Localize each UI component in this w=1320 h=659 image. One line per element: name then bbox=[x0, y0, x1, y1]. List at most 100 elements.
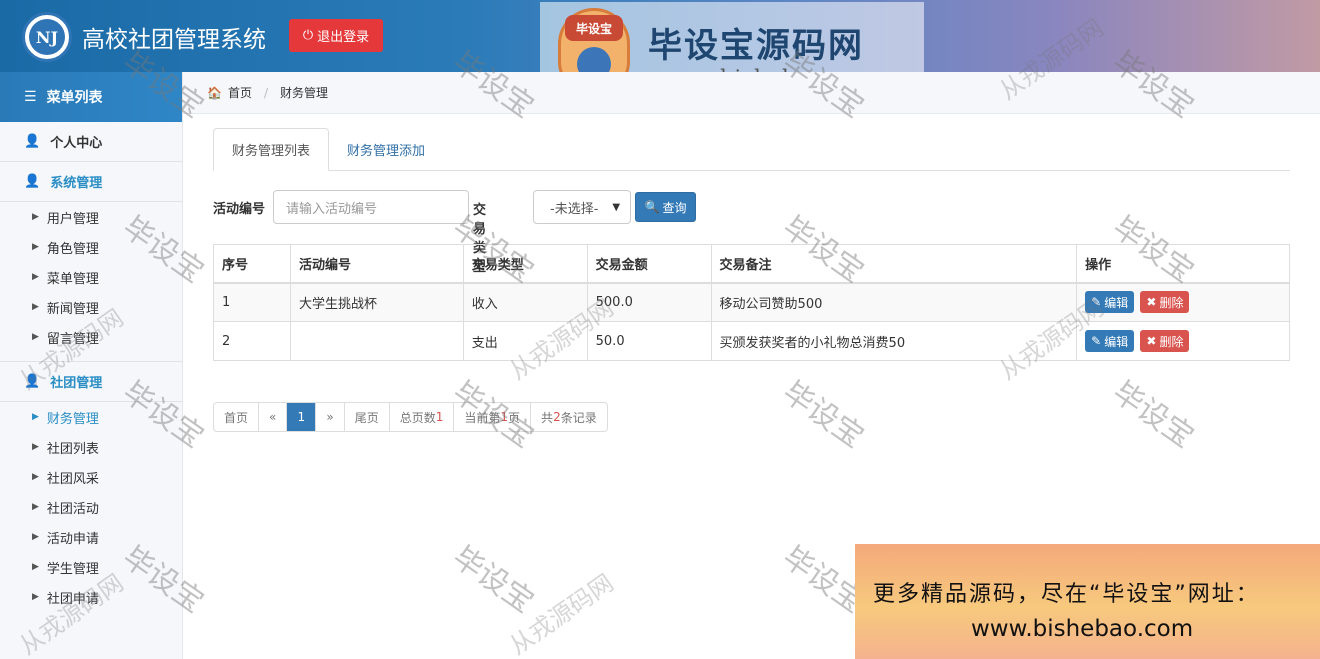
breadcrumb-home[interactable]: 首页 bbox=[228, 84, 252, 101]
pencil-icon: ✎ bbox=[1091, 295, 1102, 310]
breadcrumb: 🏠 首页 / 财务管理 bbox=[183, 72, 1320, 114]
activity-id-input[interactable]: 请输入活动编号 bbox=[273, 190, 469, 224]
sidebar-group-label: 系统管理 bbox=[50, 176, 103, 191]
cell-actions: ✎ 编辑 ✖ 删除 bbox=[1076, 321, 1290, 361]
sidebar-item-label: 角色管理 bbox=[46, 241, 99, 257]
total-records-suffix: 条记录 bbox=[560, 410, 597, 425]
page-prev[interactable]: « bbox=[258, 403, 286, 431]
edit-label: 编辑 bbox=[1104, 295, 1129, 310]
page-last[interactable]: 尾页 bbox=[343, 403, 389, 431]
cell-type: 收入 bbox=[462, 282, 588, 322]
sidebar-item-users[interactable]: ▶ 用户管理 bbox=[0, 202, 182, 232]
sidebar-item-label: 社团活动 bbox=[46, 501, 99, 517]
menu-title: 菜单列表 bbox=[46, 90, 103, 106]
mascot-label: 毕设宝 bbox=[565, 15, 623, 41]
user-icon: 👤 bbox=[24, 374, 41, 389]
caret-right-icon: ▶ bbox=[32, 212, 39, 222]
sidebar-item-label: 新闻管理 bbox=[46, 301, 99, 317]
sidebar-item-club-activities[interactable]: ▶ 社团活动 bbox=[0, 492, 182, 522]
sidebar-item-personal-center[interactable]: 👤 个人中心 bbox=[0, 122, 182, 162]
sidebar-item-label: 用户管理 bbox=[46, 211, 99, 227]
cell-remark: 移动公司赞助500 bbox=[710, 282, 1078, 322]
logout-label: 退出登录 bbox=[317, 30, 370, 45]
sidebar-item-label: 学生管理 bbox=[46, 561, 99, 577]
sidebar-item-activity-applications[interactable]: ▶ 活动申请 bbox=[0, 522, 182, 552]
logout-button[interactable]: ⏻ 退出登录 bbox=[289, 19, 383, 52]
promo-text: 更多精品源码，尽在“毕设宝”网址： bbox=[873, 582, 1260, 607]
sidebar-group-label: 社团管理 bbox=[50, 376, 103, 391]
page-current[interactable]: 1 bbox=[286, 403, 316, 431]
sidebar-item-label: 活动申请 bbox=[46, 531, 99, 547]
sidebar-item-students[interactable]: ▶ 学生管理 bbox=[0, 552, 182, 582]
cell-type: 支出 bbox=[462, 321, 588, 361]
sidebar-item-finance[interactable]: ▶ 财务管理 bbox=[0, 402, 182, 432]
cell-activity-link[interactable] bbox=[289, 321, 464, 361]
total-pages-value: 1 bbox=[435, 410, 444, 424]
search-icon: 🔍 bbox=[644, 200, 660, 214]
query-label: 查询 bbox=[662, 200, 687, 215]
edit-button[interactable]: ✎ 编辑 bbox=[1085, 330, 1135, 352]
total-records: 共 2 条记录 bbox=[530, 403, 607, 431]
sidebar-group-club[interactable]: 👤 社团管理 bbox=[0, 362, 182, 402]
sidebar-item-label: 菜单管理 bbox=[46, 271, 99, 287]
transaction-type-select[interactable]: -未选择- ▼ bbox=[533, 190, 631, 224]
sidebar-item-label: 留言管理 bbox=[46, 331, 99, 347]
current-page-info: 当前第 1 页 bbox=[453, 403, 530, 431]
current-page-prefix: 当前第 bbox=[464, 410, 501, 425]
page-next[interactable]: » bbox=[315, 403, 343, 431]
sidebar-group-system[interactable]: 👤 系统管理 bbox=[0, 162, 182, 202]
sidebar: ☰ 菜单列表 👤 个人中心 👤 系统管理 ▶ 用户管理 ▶ 角色管理 ▶ 菜单管理 ▶… bbox=[0, 72, 183, 659]
caret-right-icon: ▶ bbox=[32, 592, 39, 602]
table-row: 2 支出 50.0 买颁发获奖者的小礼物总消费50 ✎ 编辑 ✖ 删除 bbox=[213, 321, 1290, 361]
tab-finance-add[interactable]: 财务管理添加 bbox=[347, 128, 425, 171]
pencil-icon: ✎ bbox=[1091, 334, 1102, 348]
current-page-suffix: 页 bbox=[508, 410, 521, 425]
close-icon: ✖ bbox=[1146, 334, 1157, 348]
delete-button[interactable]: ✖ 删除 bbox=[1140, 291, 1190, 314]
column-header: 序号 bbox=[213, 244, 291, 284]
watermark: 从戎源码网 bbox=[504, 568, 619, 659]
tab-finance-list[interactable]: 财务管理列表 bbox=[213, 128, 329, 171]
sidebar-item-club-applications[interactable]: ▶ 社团申请 bbox=[0, 582, 182, 612]
column-header: 交易类型 bbox=[462, 244, 588, 284]
sidebar-item-messages[interactable]: ▶ 留言管理 bbox=[0, 322, 182, 352]
edit-button[interactable]: ✎ 编辑 bbox=[1085, 291, 1135, 314]
caret-right-icon: ▶ bbox=[32, 332, 39, 342]
activity-id-label: 活动编号 bbox=[213, 201, 266, 217]
promo-banner[interactable]: 更多精品源码，尽在“毕设宝”网址： www.bishebao.com bbox=[855, 544, 1320, 659]
sidebar-item-news[interactable]: ▶ 新闻管理 bbox=[0, 292, 182, 322]
column-header: 操作 bbox=[1076, 244, 1290, 284]
cell-actions: ✎ 编辑 ✖ 删除 bbox=[1076, 282, 1290, 322]
sidebar-item-label: 社团列表 bbox=[46, 441, 99, 457]
delete-label: 删除 bbox=[1159, 334, 1184, 349]
university-logo: NJ bbox=[22, 12, 72, 62]
query-button[interactable]: 🔍 查询 bbox=[635, 192, 696, 222]
column-header: 交易金额 bbox=[586, 244, 712, 284]
watermark: 毕设宝 bbox=[1106, 374, 1200, 456]
delete-button[interactable]: ✖ 删除 bbox=[1140, 330, 1190, 352]
delete-label: 删除 bbox=[1159, 295, 1184, 310]
sidebar-item-menus[interactable]: ▶ 菜单管理 bbox=[0, 262, 182, 292]
page-first[interactable]: 首页 bbox=[214, 403, 258, 431]
logo-emblem: NJ bbox=[29, 19, 65, 55]
tab-bar: 财务管理列表 财务管理添加 bbox=[213, 128, 1290, 171]
table-row: 1 大学生挑战杯 收入 500.0 移动公司赞助500 ✎ 编辑 ✖ 删除 bbox=[213, 282, 1290, 322]
caret-right-icon: ▶ bbox=[32, 562, 39, 572]
table-header-row: 序号 活动编号 交易类型 交易金额 交易备注 操作 bbox=[213, 244, 1290, 284]
total-pages: 总页数 1 bbox=[388, 403, 454, 431]
caret-right-icon: ▶ bbox=[32, 302, 39, 312]
menu-list-header: ☰ 菜单列表 bbox=[0, 72, 182, 122]
user-icon: 👤 bbox=[24, 174, 41, 189]
cell-activity-link[interactable]: 大学生挑战杯 bbox=[289, 282, 464, 322]
promo-url: www.bishebao.com bbox=[971, 616, 1194, 642]
cell-no: 2 bbox=[213, 321, 291, 361]
column-header: 活动编号 bbox=[289, 244, 464, 284]
sidebar-item-roles[interactable]: ▶ 角色管理 bbox=[0, 232, 182, 262]
sidebar-item-label: 社团风采 bbox=[46, 471, 99, 487]
finance-table: 序号 活动编号 交易类型 交易金额 交易备注 操作 1 大学生挑战杯 收入 50… bbox=[213, 244, 1290, 361]
breadcrumb-current: 财务管理 bbox=[280, 86, 329, 100]
close-icon: ✖ bbox=[1146, 295, 1157, 310]
sidebar-item-club-showcase[interactable]: ▶ 社团风采 bbox=[0, 462, 182, 492]
search-bar: 活动编号 请输入活动编号 交易类型 -未选择- ▼ 🔍 查询 bbox=[213, 190, 696, 275]
sidebar-item-club-list[interactable]: ▶ 社团列表 bbox=[0, 432, 182, 462]
